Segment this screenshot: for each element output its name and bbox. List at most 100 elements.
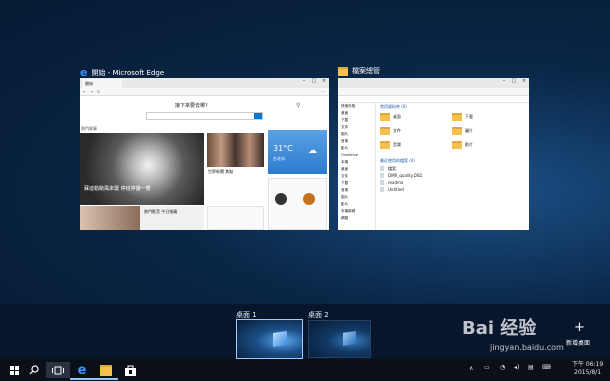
search-button[interactable] [254, 113, 262, 119]
folder-label: 影片 [465, 142, 473, 147]
nav-item[interactable]: 桌面 [338, 110, 375, 117]
clock[interactable]: 下午 06:19 2015/8/1 [572, 361, 603, 377]
sports-tile[interactable] [207, 206, 264, 230]
nav-item[interactable]: OneDrive [338, 152, 375, 159]
refresh-icon[interactable]: ↻ [97, 89, 100, 94]
folder-label: 圖片 [465, 128, 473, 133]
nav-item[interactable]: 桌面 [338, 166, 375, 173]
task-view-button[interactable] [46, 362, 70, 378]
show-hidden-icons-icon[interactable]: ∧ [469, 365, 473, 372]
news-thumbnail [80, 206, 140, 230]
edge-search-input[interactable] [146, 112, 263, 120]
explorer-ribbon[interactable] [338, 88, 529, 96]
file-icon [380, 173, 384, 178]
edge-window-thumbnail[interactable]: 開始 – □ × ← → ↻ ··· 接下來要去哪? ⚲ 熱門故事 蘇迪勒颱風來… [80, 78, 329, 230]
edge-window-controls: – □ × [299, 78, 329, 84]
weather-city: 台北市 [273, 156, 285, 161]
news-story-caption: 世界新聞 焦點 [208, 169, 234, 174]
folder-label: 桌面 [393, 114, 401, 119]
nav-item[interactable]: 下載 [338, 117, 375, 124]
desktop-2-thumbnail[interactable] [308, 320, 371, 358]
close-icon[interactable]: × [519, 78, 529, 84]
volume-icon[interactable]: ◂) [514, 364, 519, 371]
search-button[interactable] [22, 362, 46, 378]
folder-icon [452, 141, 462, 149]
folder-label: 下載 [465, 114, 473, 119]
hero-news-image[interactable]: 蘇迪勒颱風來襲 停班停課一覽 [80, 133, 204, 205]
section-label: 熱門故事 [81, 126, 97, 131]
nav-item[interactable]: 圖片 [338, 194, 375, 201]
nav-item[interactable]: 本機 [338, 159, 375, 166]
desktop-1-thumbnail[interactable] [236, 319, 303, 359]
news-photo-people[interactable] [207, 133, 264, 167]
recent-file-name: DMR_quality.DSD [388, 173, 423, 178]
folder-tile[interactable]: 文件 [380, 125, 450, 138]
edge-address-bar[interactable]: ← → ↻ ··· [80, 88, 329, 96]
back-icon[interactable]: ← [83, 89, 86, 94]
folder-tile[interactable]: 音樂 [380, 139, 450, 152]
cloud-icon: ☁ [308, 146, 317, 156]
recent-file-row[interactable]: DMR_quality.DSD [380, 172, 526, 179]
folder-icon [452, 113, 462, 121]
folder-tile[interactable]: 桌面 [380, 111, 450, 124]
task-view-icon [52, 366, 64, 374]
explorer-window-thumbnail[interactable]: – □ × 快速存取 桌面 下載 文件 圖片 音樂 影片 OneDrive 本機 桌面 文件 下載 音樂… [338, 78, 529, 230]
folder-tile[interactable]: 圖片 [452, 125, 522, 138]
folder-icon [380, 141, 390, 149]
frequent-folders-label: 常用資料夾 (6) [380, 104, 407, 109]
store-taskbar-button[interactable] [118, 362, 142, 378]
action-center-icon[interactable]: ▤ [528, 364, 534, 371]
folder-icon [100, 364, 112, 376]
edge-taskbar-button[interactable]: e [70, 362, 94, 380]
recent-file-name: Untitled [388, 187, 404, 192]
frequent-folders-grid: 桌面 下載文件 圖片音樂 影片 [380, 111, 526, 153]
folder-tile[interactable]: 下載 [452, 111, 522, 124]
folder-icon [380, 127, 390, 135]
maximize-icon[interactable]: □ [309, 78, 319, 84]
edge-tab-label: 開始 [85, 81, 93, 86]
nav-item[interactable]: 本機磁碟 [338, 208, 375, 215]
explorer-window-title-row[interactable]: 檔案總管 [338, 66, 380, 76]
recent-file-row[interactable]: 檔案 [380, 165, 526, 172]
nav-item[interactable]: 快速存取 [338, 103, 375, 110]
new-desktop-plus-icon[interactable]: + [574, 320, 585, 335]
team-logo-icon [275, 193, 287, 205]
nav-item[interactable]: 文件 [338, 124, 375, 131]
weather-tile[interactable]: 31°C 台北市 ☁ [268, 130, 327, 174]
nav-item[interactable]: 影片 [338, 145, 375, 152]
person-icon[interactable]: ⚲ [296, 102, 300, 109]
explorer-address-bar[interactable] [338, 96, 529, 103]
battery-icon[interactable]: ▭ [484, 364, 490, 371]
close-icon[interactable]: × [319, 78, 329, 84]
nav-item[interactable]: 影片 [338, 201, 375, 208]
recent-file-row[interactable]: Untitled [380, 186, 526, 193]
taskbar: e ∧ ▭ ◔ ◂) ▤ ⌨ 下午 06:19 2015/8/1 [0, 359, 610, 381]
news-list-tile[interactable]: 熱門影音 今日推薦 [80, 206, 204, 230]
nav-item[interactable]: 文件 [338, 173, 375, 180]
explorer-taskbar-button[interactable] [94, 362, 118, 380]
explorer-nav-pane: 快速存取 桌面 下載 文件 圖片 音樂 影片 OneDrive 本機 桌面 文件 下載 音樂 圖片 影片 本機… [338, 103, 376, 230]
file-icon [380, 166, 384, 171]
new-desktop-label[interactable]: 新增桌面 [566, 338, 590, 347]
edge-tab[interactable]: 開始 [82, 79, 122, 88]
forward-icon[interactable]: → [90, 89, 93, 94]
maximize-icon[interactable]: □ [509, 78, 519, 84]
keyboard-icon[interactable]: ⌨ [542, 364, 551, 371]
minimize-icon[interactable]: – [299, 78, 309, 84]
nav-item[interactable]: 圖片 [338, 131, 375, 138]
recent-file-row[interactable]: readme [380, 179, 526, 186]
network-icon[interactable]: ◔ [500, 364, 505, 371]
folder-tile[interactable]: 影片 [452, 139, 522, 152]
recent-file-name: readme [388, 180, 404, 185]
nav-item[interactable]: 音樂 [338, 187, 375, 194]
news-bottom-caption: 熱門影音 今日推薦 [144, 209, 178, 214]
nav-item[interactable]: 網路 [338, 215, 375, 222]
minimize-icon[interactable]: – [499, 78, 509, 84]
folder-icon [452, 127, 462, 135]
recent-files-label: 最近使用的檔案 (4) [380, 158, 415, 163]
info-tile[interactable] [268, 178, 327, 230]
explorer-window-controls: – □ × [499, 78, 529, 84]
nav-item[interactable]: 音樂 [338, 138, 375, 145]
nav-item[interactable]: 下載 [338, 180, 375, 187]
more-icon[interactable]: ··· [321, 89, 325, 94]
